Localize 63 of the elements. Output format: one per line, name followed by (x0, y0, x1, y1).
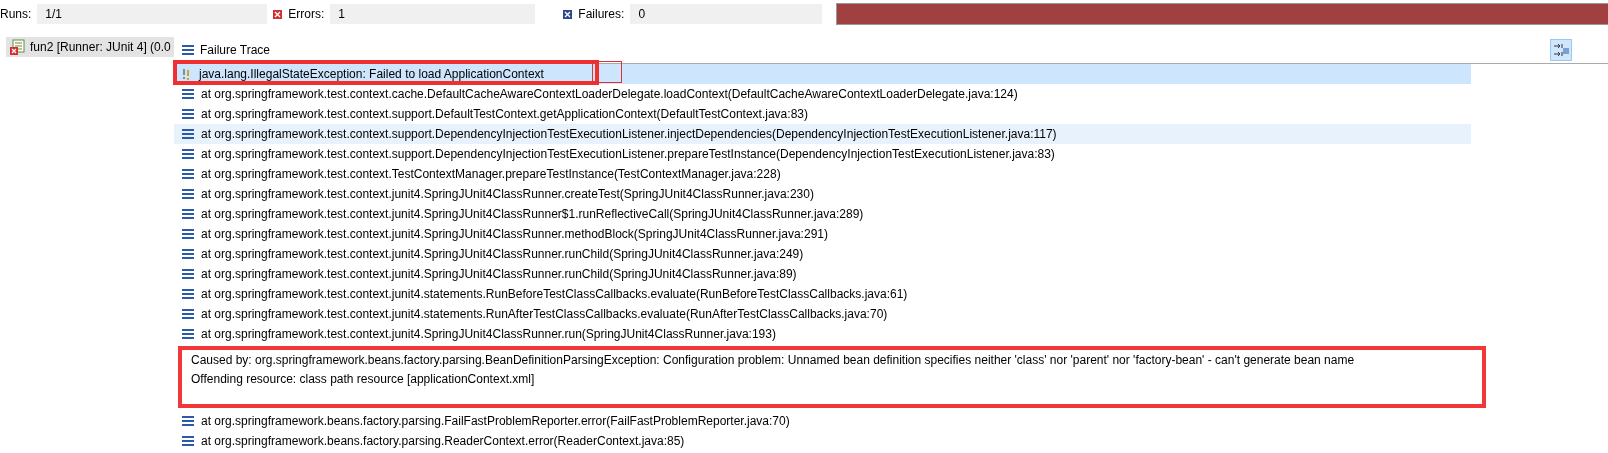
trace-line[interactable]: at org.springframework.test.context.junit4.SpringJUnit4ClassRunner.runChild(SpringJUnit4ClassRunner.java:89) (174, 264, 1471, 284)
runs-field: 1/1 (37, 4, 268, 24)
trace-line[interactable]: at org.springframework.test.context.support.DefaultTestContext.getApplicationContext(DefaultTestContext.java:83) (174, 104, 1471, 124)
trace-text: at org.springframework.test.context.junit4.statements.RunBeforeTestClassCallbacks.evaluate(RunBeforeTestClassCallbacks.java:61) (201, 287, 908, 301)
trace-text: at org.springframework.beans.factory.parsing.FailFastProblemReporter.error(FailFastProblemReporter.java:70) (201, 414, 790, 428)
cause-text: Caused by: org.springframework.beans.factory.parsing.BeanDefinitionParsingException: Configuration problem: Unnamed bean definition specifies neither 'class' nor 'parent' nor 'factory-bean' - can't generate bean name (191, 353, 1356, 367)
stack-frame-icon (182, 329, 194, 339)
trace-text: at org.springframework.test.context.junit4.statements.RunAfterTestClassCallbacks.evaluate(RunAfterTestClassCallbacks.java:70) (201, 307, 888, 321)
stack-frame-icon (182, 309, 194, 319)
stack-frame-icon (182, 149, 194, 159)
test-tree-item[interactable]: fun2 [Runner: JUnit 4] (0.0 (6, 37, 174, 57)
test-suite-icon (10, 39, 26, 55)
stack-frame-icon (182, 436, 194, 446)
indent-icon (1553, 43, 1569, 57)
trace-line[interactable]: at org.springframework.test.context.support.DependencyInjectionTestExecutionListener.prepareTestInstance(DependencyInjectionTestExecutionListener.java:83) (174, 144, 1471, 164)
trace-line[interactable]: at org.springframework.beans.factory.parsing.FailFastProblemReporter.error(FailFastProblemReporter.java:70) (174, 411, 1471, 431)
trace-text: at org.springframework.test.context.support.DependencyInjectionTestExecutionListener.prepareTestInstance(DependencyInjectionTestExecutionListener.java:83) (201, 147, 1055, 161)
trace-line[interactable]: at org.springframework.test.context.junit4.statements.RunAfterTestClassCallbacks.evaluate(RunAfterTestClassCallbacks.java:70) (174, 304, 1471, 324)
stack-frame-icon (182, 189, 194, 199)
errors-field: 1 (330, 4, 536, 24)
trace-text: at org.springframework.test.context.junit4.SpringJUnit4ClassRunner.createTest(SpringJUnit4ClassRunner.java:230) (201, 187, 814, 201)
trace-line[interactable]: at org.springframework.test.context.junit4.SpringJUnit4ClassRunner.createTest(SpringJUnit4ClassRunner.java:230) (174, 184, 1471, 204)
trace-line[interactable]: at org.springframework.test.context.junit4.SpringJUnit4ClassRunner$1.runReflectiveCall(SpringJUnit4ClassRunner.java:289) (174, 204, 1471, 224)
trace-text: at org.springframework.test.context.junit4.SpringJUnit4ClassRunner.runChild(SpringJUnit4ClassRunner.java:249) (201, 247, 804, 261)
trace-text: at org.springframework.test.context.junit4.SpringJUnit4ClassRunner$1.runReflectiveCall(SpringJUnit4ClassRunner.java:289) (201, 207, 864, 221)
trace-text: at org.springframework.test.context.TestContextManager.prepareTestInstance(TestContextManager.java:228) (201, 167, 781, 181)
stack-frame-icon (182, 89, 194, 99)
stack-frame-icon (182, 209, 194, 219)
panel-title: Failure Trace (200, 43, 272, 57)
trace-text: at org.springframework.test.context.junit4.SpringJUnit4ClassRunner.methodBlock(SpringJUnit4ClassRunner.java:291) (201, 227, 828, 241)
cause-text: Offending resource: class path resource [applicationContext.xml] (191, 372, 536, 386)
errors-label: Errors: (288, 7, 325, 21)
error-icon (273, 9, 283, 19)
filter-stack-button[interactable] (1550, 39, 1572, 61)
selection-frame (592, 61, 622, 83)
trace-text: at org.springframework.test.context.cache.DefaultCacheAwareContextLoaderDelegate.loadContext(DefaultCacheAwareContextLoaderDelegate.java:124) (201, 87, 1018, 101)
trace-text: at org.springframework.test.context.junit4.SpringJUnit4ClassRunner.runChild(SpringJUnit4ClassRunner.java:89) (201, 267, 797, 281)
failures-field: 0 (630, 4, 823, 24)
exception-icon (182, 67, 192, 81)
trace-text: java.lang.IllegalStateException: Failed to load ApplicationContext (199, 67, 544, 81)
stack-frame-icon (182, 416, 194, 426)
runs-label: Runs: (0, 7, 32, 21)
stack-frame-icon (182, 249, 194, 259)
stack-frame-icon (182, 269, 194, 279)
trace-line[interactable]: at org.springframework.test.context.TestContextManager.prepareTestInstance(TestContextManager.java:228) (174, 164, 1471, 184)
failure-icon (563, 9, 573, 19)
trace-line[interactable]: at org.springframework.test.context.junit4.SpringJUnit4ClassRunner.methodBlock(SpringJUnit4ClassRunner.java:291) (174, 224, 1471, 244)
trace-text: at org.springframework.test.context.junit4.SpringJUnit4ClassRunner.run(SpringJUnit4ClassRunner.java:193) (201, 327, 776, 341)
list-icon (182, 45, 194, 55)
stack-frame-icon (182, 169, 194, 179)
failures-label: Failures: (578, 7, 625, 21)
trace-line[interactable]: at org.springframework.test.context.junit4.SpringJUnit4ClassRunner.run(SpringJUnit4ClassRunner.java:193) (174, 324, 1471, 344)
trace-line[interactable]: at org.springframework.beans.factory.parsing.ReaderContext.error(ReaderContext.java:85) (174, 431, 1471, 451)
stack-frame-icon (182, 289, 194, 299)
trace-text: at org.springframework.test.context.support.DependencyInjectionTestExecutionListener.injectDependencies(DependencyInjectionTestExecutionListener.java:117) (201, 127, 1057, 141)
trace-line[interactable]: at org.springframework.test.context.junit4.SpringJUnit4ClassRunner.runChild(SpringJUnit4ClassRunner.java:249) (174, 244, 1471, 264)
stack-frame-icon (182, 129, 194, 139)
trace-text: at org.springframework.beans.factory.parsing.ReaderContext.error(ReaderContext.java:85) (201, 434, 685, 448)
trace-line[interactable]: at org.springframework.test.context.cache.DefaultCacheAwareContextLoaderDelegate.loadContext(DefaultCacheAwareContextLoaderDelegate.java:124) (174, 84, 1471, 104)
stack-frame-icon (182, 229, 194, 239)
trace-line[interactable]: at org.springframework.test.context.junit4.statements.RunBeforeTestClassCallbacks.evaluate(RunBeforeTestClassCallbacks.java:61) (174, 284, 1471, 304)
trace-text: at org.springframework.test.context.support.DefaultTestContext.getApplicationContext(DefaultTestContext.java:83) (201, 107, 808, 121)
stack-frame-icon (182, 109, 194, 119)
